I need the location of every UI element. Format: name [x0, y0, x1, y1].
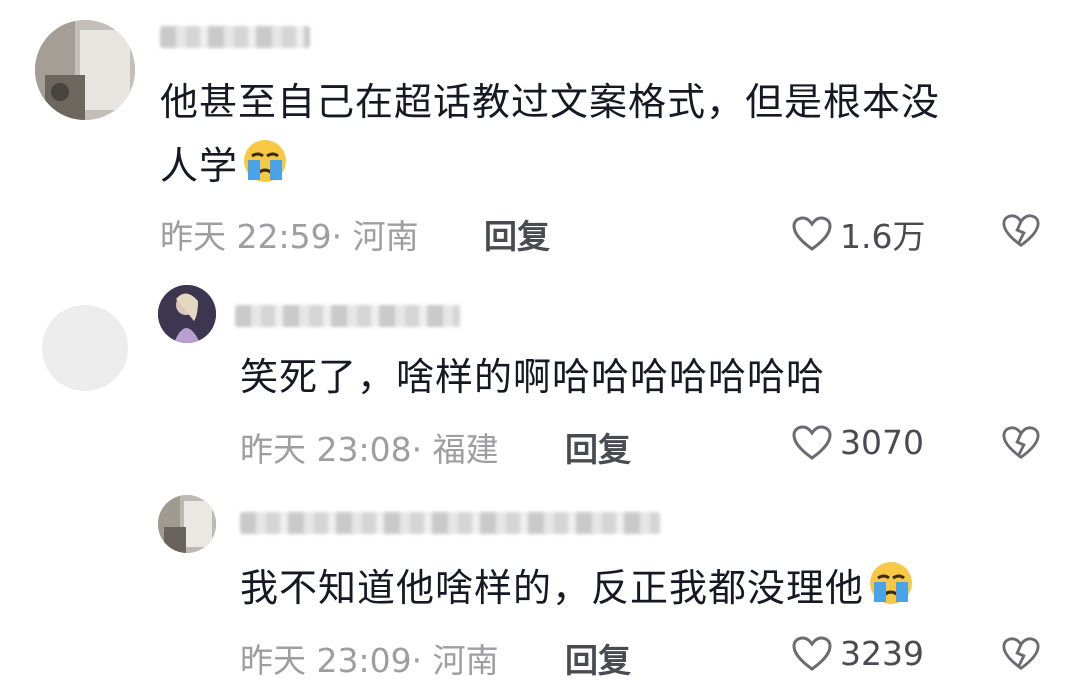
reply-button[interactable]: 回复 [565, 423, 631, 471]
broken-heart-icon[interactable] [1002, 425, 1040, 461]
commenter-avatar[interactable] [158, 495, 216, 553]
like-button[interactable]: 3239 [792, 634, 924, 673]
comment-meta: 昨天 23:09· 河南 [240, 634, 499, 682]
comment-text-line2: 人学 [160, 144, 239, 188]
heart-icon [792, 635, 832, 671]
crying-face-icon [240, 136, 290, 205]
commenter-avatar[interactable] [35, 20, 135, 120]
reply-button[interactable]: 回复 [484, 210, 550, 258]
comment-location: 河南 [352, 217, 419, 256]
blurred-username[interactable] [160, 26, 310, 48]
comment-text: 笑死了，啥样的啊哈哈哈哈哈哈哈 [240, 355, 826, 399]
crying-face-icon [866, 558, 916, 627]
broken-heart-icon[interactable] [1002, 636, 1040, 672]
comment-time: 昨天 23:09· [240, 641, 423, 680]
comment-time: 昨天 22:59· [160, 217, 343, 256]
comment-meta: 昨天 22:59· 河南 [160, 210, 419, 258]
reply-button[interactable]: 回复 [565, 634, 631, 682]
placeholder-avatar [42, 305, 128, 391]
like-count: 1.6万 [840, 217, 926, 256]
comment-time: 昨天 23:08· [240, 430, 423, 469]
comment-location: 河南 [432, 641, 499, 680]
blurred-username[interactable] [240, 512, 660, 534]
comment-text-line1: 他甚至自己在超话教过文案格式，但是根本没 [160, 80, 941, 124]
commenter-avatar[interactable] [158, 285, 216, 343]
heart-icon [792, 424, 832, 460]
like-count: 3070 [840, 423, 924, 462]
blurred-username[interactable] [235, 305, 460, 327]
like-count: 3239 [840, 634, 924, 673]
like-button[interactable]: 1.6万 [792, 210, 925, 258]
comment-text-line: 我不知道他啥样的，反正我都没理他 [240, 566, 865, 610]
comment-text: 我不知道他啥样的，反正我都没理他 [240, 556, 1040, 627]
comment-location: 福建 [432, 430, 499, 469]
like-button[interactable]: 3070 [792, 423, 924, 462]
broken-heart-icon[interactable] [1002, 213, 1040, 249]
heart-icon [792, 216, 832, 251]
comment-text: 他甚至自己在超话教过文案格式，但是根本没 人学 [160, 70, 1030, 205]
comment-meta: 昨天 23:08· 福建 [240, 423, 499, 471]
